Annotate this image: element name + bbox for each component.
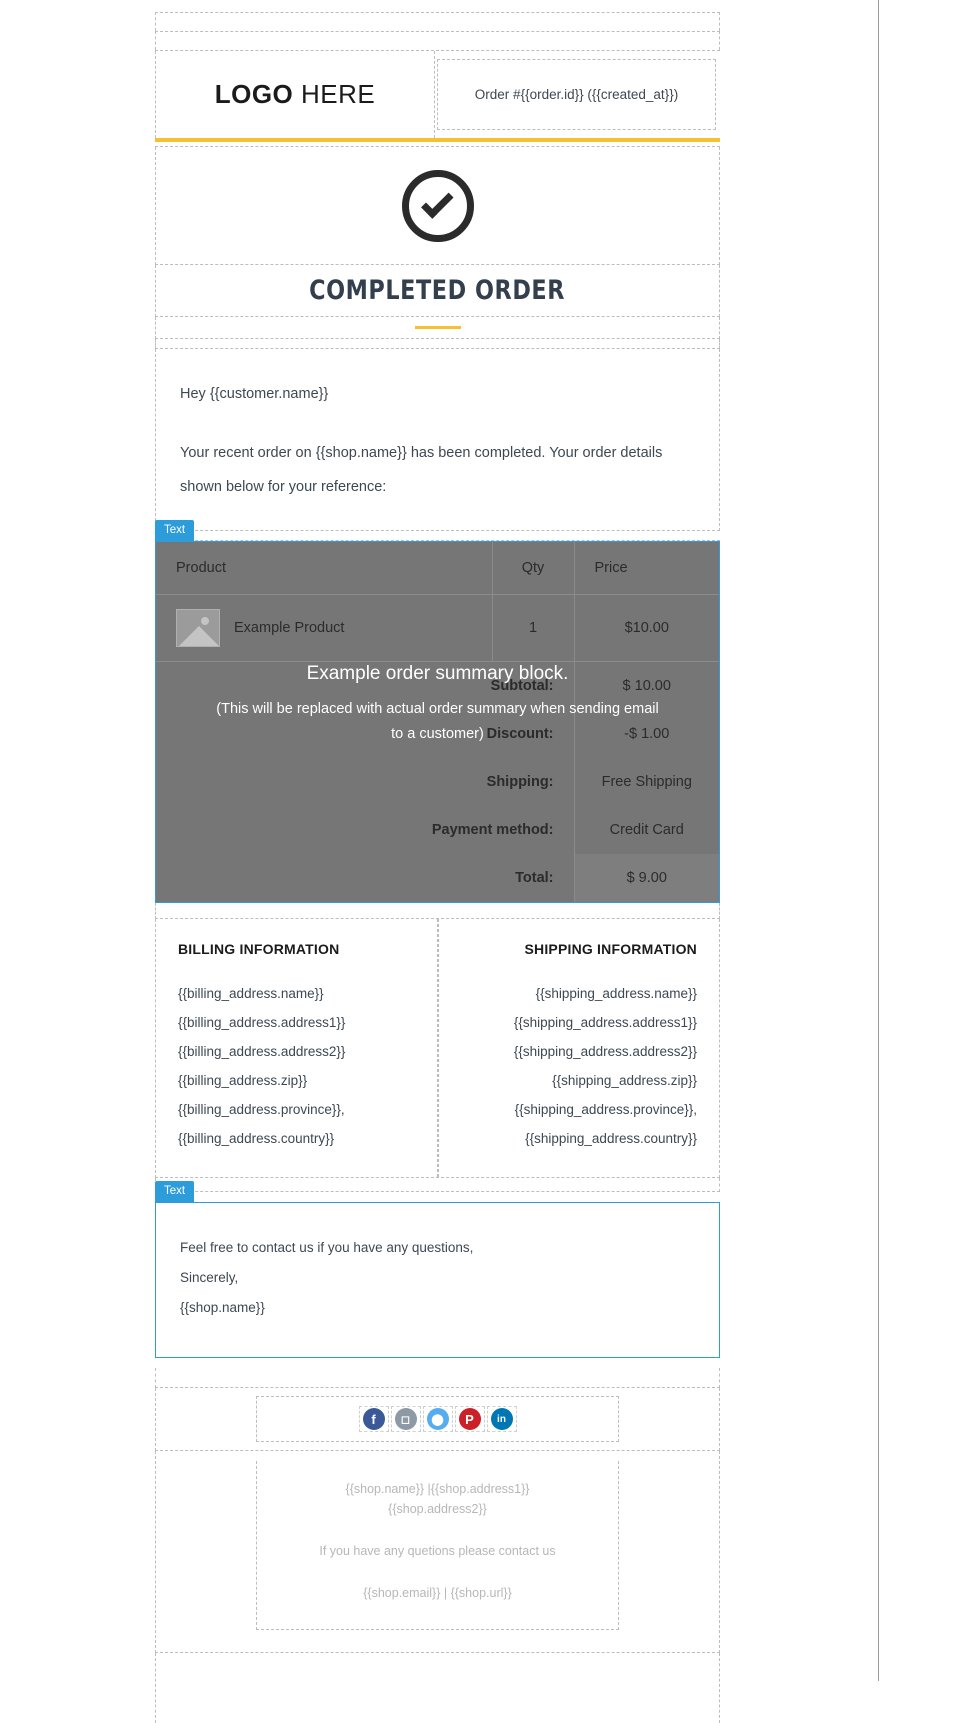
social-icons-row: f ◻ ⬤ P in [256, 1396, 619, 1442]
table-row: Example Product 1 $10.00 [156, 594, 719, 662]
address-top-gap [155, 903, 720, 919]
header-row[interactable]: LOGO HERE Order #{{order.id}} ({{created… [155, 50, 720, 138]
order-table: Product Qty Price Example Product 1 $10.… [156, 542, 719, 902]
order-summary-block[interactable]: Text Product Qty Price Example Product 1… [155, 520, 720, 903]
payment-label: Payment method: [431, 822, 554, 838]
contact-top-gap [155, 1178, 720, 1192]
billing-line: {{billing_address.address1}} [178, 1015, 346, 1030]
order-block-top-gap [155, 531, 720, 541]
billing-information-block[interactable]: BILLING INFORMATION {{billing_address.na… [156, 919, 438, 1177]
footer-contact-line: If you have any quetions please contact … [319, 1544, 556, 1558]
title-rule-block [155, 317, 720, 339]
social-cell-facebook[interactable]: f [358, 1406, 389, 1432]
summary-row-discount: Discount: -$ 1.00 [156, 710, 719, 758]
footer-text-block[interactable]: {{shop.name}} |{{shop.address1}} {{shop.… [155, 1451, 720, 1653]
contact-selection[interactable]: Feel free to contact us if you have any … [155, 1202, 720, 1358]
summary-row-payment: Payment method: Credit Card [156, 806, 719, 854]
social-block[interactable]: f ◻ ⬤ P in [155, 1388, 720, 1451]
subtotal-value: $ 10.00 [573, 661, 719, 710]
footer-address-line-1: {{shop.name}} |{{shop.address1}} [345, 1482, 530, 1496]
billing-line: {{billing_address.name}} [178, 986, 324, 1001]
footer-top-gap [155, 1368, 720, 1388]
intro-text-block[interactable]: Hey {{customer.name}} Your recent order … [155, 349, 720, 531]
address-row: BILLING INFORMATION {{billing_address.na… [155, 919, 720, 1178]
social-cell-linkedin[interactable]: in [486, 1406, 517, 1432]
order-meta-cell[interactable]: Order #{{order.id}} ({{created_at}}) [437, 59, 716, 130]
order-table-selection[interactable]: Product Qty Price Example Product 1 $10.… [155, 541, 720, 903]
social-cell-instagram[interactable]: ◻ [390, 1406, 421, 1432]
order-id-text: Order #{{order.id}} ({{created_at}}) [474, 87, 679, 102]
product-qty: 1 [491, 594, 574, 662]
order-table-header-row: Product Qty Price [156, 542, 719, 595]
shipping-title: SHIPPING INFORMATION [524, 941, 697, 957]
header-spacer-row [155, 31, 720, 50]
top-spacer-row [155, 12, 720, 31]
footer-tail [155, 1653, 720, 1723]
total-value: $ 9.00 [573, 854, 719, 902]
facebook-icon[interactable]: f [362, 1408, 385, 1430]
shipping-information-block[interactable]: SHIPPING INFORMATION {{shipping_address.… [437, 919, 720, 1177]
shipping-line: {{shipping_address.country}} [525, 1131, 697, 1146]
pinterest-icon[interactable]: P [458, 1408, 481, 1430]
logo-cell[interactable]: LOGO HERE [155, 51, 435, 138]
billing-line: {{billing_address.country}} [178, 1131, 335, 1146]
billing-line: {{billing_address.address2}} [178, 1044, 346, 1059]
contact-line-1: Feel free to contact us if you have any … [180, 1240, 474, 1255]
contact-text-block[interactable]: Text Feel free to contact us if you have… [155, 1181, 720, 1358]
contact-line-3: {{shop.name}} [180, 1300, 265, 1315]
total-label: Total: [515, 870, 554, 886]
page-title: COMPLETED ORDER [309, 275, 566, 306]
social-cell-pinterest[interactable]: P [454, 1406, 485, 1432]
billing-line: {{billing_address.province}}, [178, 1102, 345, 1117]
check-mark-icon [420, 185, 454, 219]
subtotal-label: Subtotal: [490, 678, 554, 694]
col-qty: Qty [491, 542, 574, 595]
shipping-line: {{shipping_address.zip}} [552, 1073, 697, 1088]
intro-body-text: Your recent order on {{shop.name}} has b… [180, 445, 663, 495]
selected-block-badge-contact[interactable]: Text [155, 1181, 195, 1202]
col-product: Product [156, 542, 492, 595]
discount-label: Discount: [486, 726, 554, 742]
summary-row-subtotal: Subtotal: $ 10.00 [156, 661, 719, 710]
product-name: Example Product [234, 620, 345, 636]
social-cell-twitter[interactable]: ⬤ [422, 1406, 453, 1432]
summary-row-shipping: Shipping: Free Shipping [156, 758, 719, 806]
logo-light: HERE [301, 79, 376, 109]
discount-value: -$ 1.00 [573, 710, 719, 758]
title-block[interactable]: COMPLETED ORDER [155, 265, 720, 317]
payment-value: Credit Card [573, 806, 719, 854]
instagram-icon[interactable]: ◻ [394, 1408, 417, 1430]
footer-address-line-2: {{shop.address2}} [388, 1502, 487, 1516]
image-placeholder-icon [176, 609, 220, 647]
logo-bold: LOGO [214, 79, 294, 109]
linkedin-icon[interactable]: in [490, 1408, 513, 1430]
selected-block-badge[interactable]: Text [155, 520, 195, 541]
shipping-value: Free Shipping [573, 758, 719, 806]
shipping-line: {{shipping_address.province}}, [514, 1102, 697, 1117]
editor-canvas: LOGO HERE Order #{{order.id}} ({{created… [0, 0, 879, 1723]
title-spacer [155, 339, 720, 349]
right-gutter [880, 0, 959, 1681]
shipping-line: {{shipping_address.address1}} [513, 1015, 697, 1030]
status-icon-block[interactable] [155, 147, 720, 265]
twitter-icon[interactable]: ⬤ [426, 1408, 449, 1430]
contact-line-2: Sincerely, [180, 1270, 239, 1285]
summary-row-total: Total: $ 9.00 [156, 854, 719, 902]
shipping-line: {{shipping_address.name}} [535, 986, 697, 1001]
title-underline [414, 326, 461, 329]
col-price: Price [573, 542, 719, 595]
logo-text: LOGO HERE [215, 79, 376, 110]
billing-title: BILLING INFORMATION [178, 941, 340, 957]
billing-line: {{billing_address.zip}} [178, 1073, 308, 1088]
check-circle-icon [401, 169, 474, 242]
shipping-label: Shipping: [486, 774, 554, 790]
greeting-text: Hey {{customer.name}} [180, 386, 329, 402]
footer-links-line: {{shop.email}} | {{shop.url}} [363, 1586, 512, 1600]
email-template: LOGO HERE Order #{{order.id}} ({{created… [155, 12, 720, 1723]
product-cell: Example Product [156, 594, 492, 662]
shipping-line: {{shipping_address.address2}} [513, 1044, 697, 1059]
product-price: $10.00 [573, 594, 719, 662]
